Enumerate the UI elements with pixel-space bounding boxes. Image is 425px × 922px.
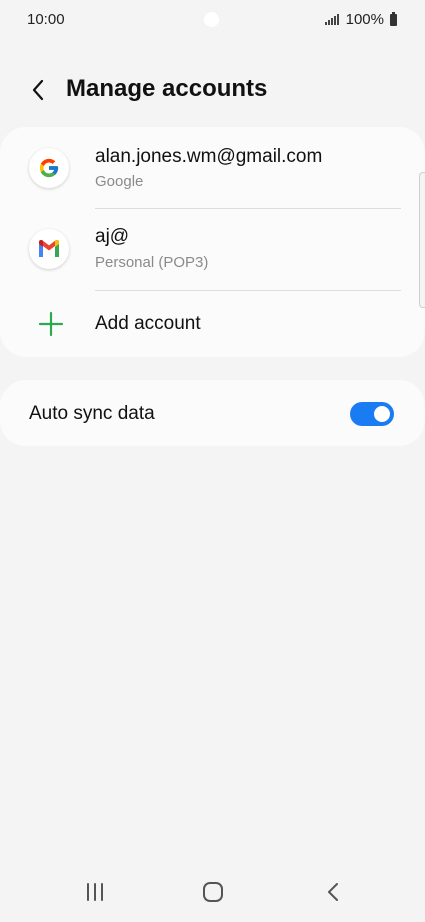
edge-panel-handle[interactable] xyxy=(419,172,425,308)
back-button[interactable] xyxy=(22,74,54,106)
front-camera xyxy=(204,12,219,27)
status-bar: 10:00 100% xyxy=(0,0,425,40)
signal-icon xyxy=(324,14,339,25)
account-type: Google xyxy=(95,173,144,190)
google-icon xyxy=(29,148,69,188)
back-icon xyxy=(328,883,338,901)
status-time: 10:00 xyxy=(27,11,65,28)
account-email: aj@ xyxy=(95,226,130,247)
auto-sync-label: Auto sync data xyxy=(29,403,155,424)
header: Manage accounts xyxy=(0,70,425,110)
accounts-card: alan.jones.wm@gmail.com Google aj@ Perso… xyxy=(0,127,425,357)
recents-icon xyxy=(87,883,103,901)
battery-percent: 100% xyxy=(345,11,384,28)
account-row-google[interactable]: alan.jones.wm@gmail.com Google xyxy=(0,127,425,208)
plus-icon xyxy=(38,311,64,337)
home-icon xyxy=(203,882,223,902)
auto-sync-toggle[interactable] xyxy=(350,402,394,426)
home-button[interactable] xyxy=(193,876,233,908)
recents-button[interactable] xyxy=(75,876,115,908)
add-account-button[interactable]: Add account xyxy=(0,291,425,357)
gmail-icon xyxy=(29,229,69,269)
page-title: Manage accounts xyxy=(66,75,268,102)
account-email: alan.jones.wm@gmail.com xyxy=(95,146,323,167)
status-indicators: 100% xyxy=(324,11,397,28)
nav-back-button[interactable] xyxy=(313,876,353,908)
account-type: Personal (POP3) xyxy=(95,254,209,271)
account-row-pop3[interactable]: aj@ Personal (POP3) xyxy=(0,209,425,290)
battery-icon xyxy=(390,11,397,26)
navigation-bar xyxy=(0,862,425,922)
add-account-label: Add account xyxy=(95,313,201,334)
toggle-knob xyxy=(372,404,392,424)
chevron-left-icon xyxy=(32,79,44,101)
